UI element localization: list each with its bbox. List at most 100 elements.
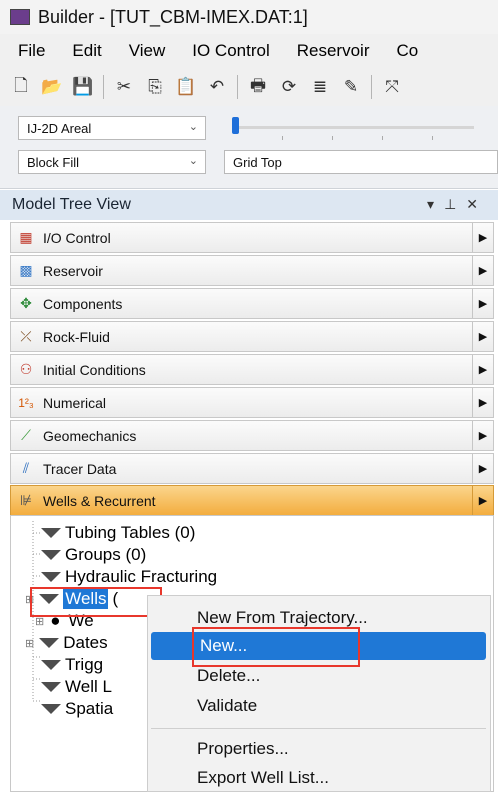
menu-co[interactable]: Co <box>396 41 418 61</box>
layer-slider-track[interactable] <box>232 126 474 129</box>
expand-arrow-icon[interactable]: ▶ <box>472 355 493 384</box>
tree-item-label: Spatia <box>65 699 114 718</box>
tree-item-label: Trigg <box>65 655 104 674</box>
panel-menu-icon[interactable]: ▾ <box>427 196 444 212</box>
section-numerical[interactable]: 1²₃ Numerical ▶ <box>10 387 494 418</box>
chevron-down-icon: ⌄ <box>188 155 198 167</box>
node-triangle-icon <box>41 660 61 670</box>
fill-type-value: Block Fill <box>27 154 80 170</box>
tree-item-label: Groups (0) <box>65 545 147 564</box>
tree-item-spatial[interactable]: Spatia <box>41 699 113 719</box>
align-icon[interactable]: ≣ <box>309 76 331 98</box>
menu-item-export-well-list[interactable]: Export Well List... <box>148 764 490 792</box>
tree-item-triggers[interactable]: Trigg <box>41 655 103 675</box>
expand-arrow-icon[interactable]: ▶ <box>472 486 493 515</box>
expand-arrow-icon[interactable]: ▶ <box>472 256 493 285</box>
geomechanics-icon: ⟋ <box>21 427 31 443</box>
section-label: Geomechanics <box>43 427 137 444</box>
initial-conditions-icon: ⚇ <box>19 361 33 377</box>
menu-item-validate[interactable]: Validate <box>148 692 490 720</box>
panel-title: Model Tree View <box>12 196 131 213</box>
slider-tick <box>432 136 433 140</box>
section-rock-fluid[interactable]: ⤫ Rock-Fluid ▶ <box>10 321 494 352</box>
tree-item-dates[interactable]: ⊞ Dates <box>25 633 108 653</box>
node-triangle-icon <box>41 572 61 582</box>
section-tracer-data[interactable]: ⫽ Tracer Data ▶ <box>10 453 494 484</box>
toolbar: 🗋 📂 💾 ✂ ⎘ 📋 ↶ 🖶 ⟳ ≣ ✎ ⤧ <box>0 68 498 106</box>
property-field[interactable]: Grid Top <box>224 150 498 174</box>
expand-arrow-icon[interactable]: ▶ <box>472 454 493 483</box>
slider-tick <box>282 136 283 140</box>
chevron-down-icon: ⌄ <box>188 121 198 133</box>
expand-icon[interactable]: ⤧ <box>381 76 403 98</box>
reservoir-icon: ▩ <box>19 262 33 278</box>
panel-controls: ▾⊥✕ <box>427 196 488 213</box>
section-label: Wells & Recurrent <box>43 492 156 509</box>
view-type-combo[interactable]: IJ-2D Areal ⌄ <box>18 116 206 140</box>
wells-recurrent-icon: ⊯ <box>19 492 33 508</box>
cut-icon[interactable]: ✂ <box>113 76 135 98</box>
tracer-data-icon: ⫽ <box>22 460 30 476</box>
slider-tick <box>382 136 383 140</box>
layer-slider-thumb[interactable] <box>232 117 239 134</box>
toolbar-separator <box>103 75 104 99</box>
numerical-icon: 1²₃ <box>18 395 34 410</box>
tree-item-label: Hydraulic Fracturing <box>65 567 218 586</box>
menu-view[interactable]: View <box>129 41 166 61</box>
app-icon <box>10 9 30 25</box>
section-label: Components <box>43 295 123 312</box>
slider-tick <box>332 136 333 140</box>
print-icon[interactable]: 🖶 <box>247 76 269 98</box>
window-title: Builder - [TUT_CBM-IMEX.DAT:1] <box>38 6 308 27</box>
section-label: Tracer Data <box>43 460 117 477</box>
node-triangle-icon <box>41 550 61 560</box>
expand-arrow-icon[interactable]: ▶ <box>472 223 493 252</box>
section-label: Numerical <box>43 394 107 411</box>
expand-arrow-icon[interactable]: ▶ <box>472 289 493 318</box>
section-components[interactable]: ✥ Components ▶ <box>10 288 494 319</box>
menu-item-properties[interactable]: Properties... <box>148 735 490 763</box>
tree-item-label: Dates <box>63 633 108 652</box>
new-icon[interactable]: 🗋 <box>10 76 32 98</box>
menu-file[interactable]: File <box>18 41 45 61</box>
menu-bar: File Edit View IO Control Reservoir Co <box>0 34 498 68</box>
section-wells-recurrent[interactable]: ⊯ Wells & Recurrent ▶ <box>10 485 494 516</box>
menu-separator <box>151 728 486 729</box>
paste-icon[interactable]: 📋 <box>175 76 197 98</box>
model-tree-title-bar: Model Tree View ▾⊥✕ <box>0 190 498 220</box>
expand-plus-icon[interactable]: ⊞ <box>25 637 34 650</box>
section-reservoir[interactable]: ▩ Reservoir ▶ <box>10 255 494 286</box>
section-label: I/O Control <box>43 229 111 246</box>
components-icon: ✥ <box>20 295 32 311</box>
rock-fluid-icon: ⤫ <box>20 328 32 344</box>
expand-arrow-icon[interactable]: ▶ <box>472 421 493 450</box>
expand-arrow-icon[interactable]: ▶ <box>472 322 493 351</box>
menu-io-control[interactable]: IO Control <box>192 41 269 61</box>
menu-edit[interactable]: Edit <box>72 41 101 61</box>
fill-type-combo[interactable]: Block Fill ⌄ <box>18 150 206 174</box>
section-initial-conditions[interactable]: ⚇ Initial Conditions ▶ <box>10 354 494 385</box>
save-icon[interactable]: 💾 <box>72 76 94 98</box>
window-title-bar: Builder - [TUT_CBM-IMEX.DAT:1] <box>0 0 498 34</box>
toolbar-separator <box>237 75 238 99</box>
highlight-box-new <box>192 627 360 667</box>
draw-icon[interactable]: ✎ <box>340 76 362 98</box>
tree-item-well-lists[interactable]: Well L <box>41 677 112 697</box>
refresh-icon[interactable]: ⟳ <box>278 76 300 98</box>
section-label: Reservoir <box>43 262 103 279</box>
section-io-control[interactable]: ▦ I/O Control ▶ <box>10 222 494 253</box>
section-geomechanics[interactable]: ⟋ Geomechanics ▶ <box>10 420 494 451</box>
copy-icon[interactable]: ⎘ <box>144 76 166 98</box>
menu-reservoir[interactable]: Reservoir <box>297 41 370 61</box>
tree-item-hydraulic-fracturing[interactable]: Hydraulic Fracturing <box>41 567 217 587</box>
node-triangle-icon <box>41 682 61 692</box>
expand-arrow-icon[interactable]: ▶ <box>472 388 493 417</box>
undo-icon[interactable]: ↶ <box>206 76 228 98</box>
pin-icon[interactable]: ⊥ <box>444 196 466 212</box>
tree-item-label: Tubing Tables (0) <box>65 523 196 542</box>
close-icon[interactable]: ✕ <box>466 196 488 212</box>
tree-item-tubing-tables[interactable]: Tubing Tables (0) <box>41 523 195 543</box>
tree-item-groups[interactable]: Groups (0) <box>41 545 146 565</box>
open-icon[interactable]: 📂 <box>41 76 63 98</box>
context-menu: New From Trajectory... New... Delete... … <box>147 595 491 792</box>
